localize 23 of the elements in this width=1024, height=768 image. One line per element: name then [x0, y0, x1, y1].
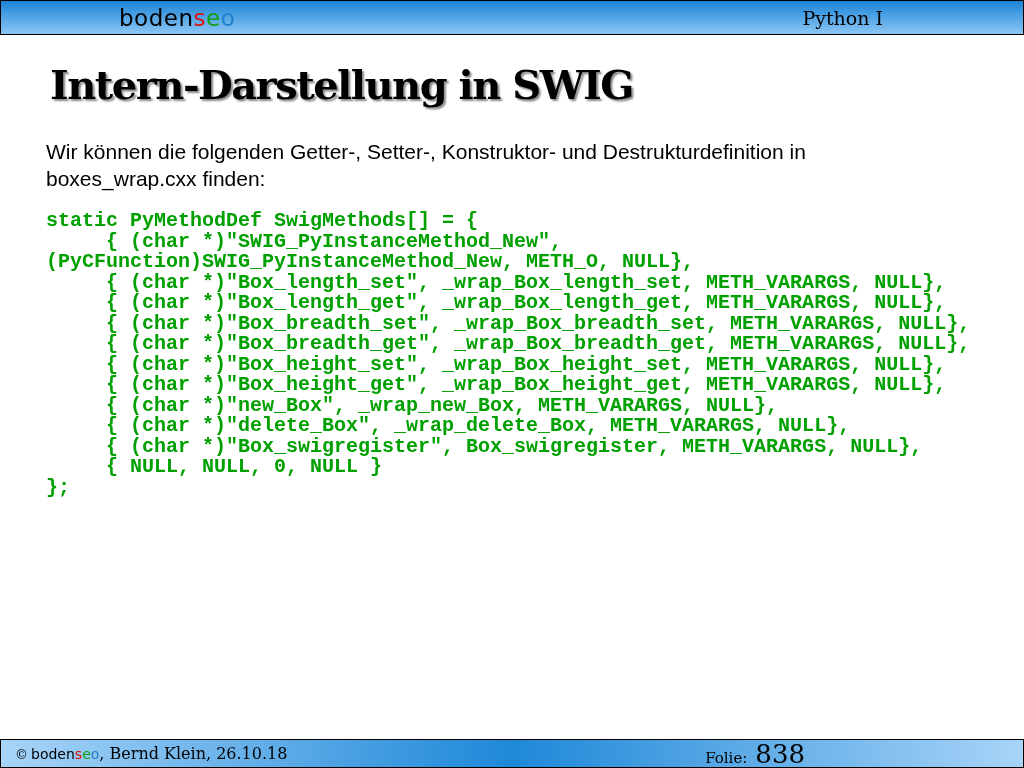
code-line: { (char *)"Box_length_get", _wrap_Box_length_get, METH_VARARGS, NULL},: [105, 293, 947, 314]
code-line: { NULL, NULL, 0, NULL }: [105, 457, 383, 478]
code-line: static PyMethodDef SwigMethods[] = {: [46, 211, 479, 232]
code-line: { (char *)"Box_breadth_set", _wrap_Box_breadth_set, METH_VARARGS, NULL},: [105, 313, 971, 334]
code-line: { (char *)"Box_swigregister", Box_swigregister, METH_VARARGS, NULL},: [105, 436, 923, 457]
code-line: };: [46, 477, 70, 498]
logo: bodenseo: [119, 4, 236, 31]
course-title: Python I: [802, 6, 883, 29]
folio-number: 838: [755, 740, 805, 767]
code-line: { (char *)"Box_breadth_get", _wrap_Box_breadth_get, METH_VARARGS, NULL},: [105, 334, 971, 355]
code-line: { (char *)"Box_length_set", _wrap_Box_length_set, METH_VARARGS, NULL},: [106, 272, 947, 293]
intro-text: Wir können die folgenden Getter-, Setter-, Konstruktor- und Destrukturdefinition in boxes_wrap.cxx finden:: [46, 139, 807, 192]
code-line: (PyCFunction)SWIG_PyInstanceMethod_New, METH_O, NULL},: [46, 252, 695, 273]
code-line: { (char *)"new_Box", _wrap_new_Box, METH_VARARGS, NULL},: [105, 395, 779, 416]
code-line: { (char *)"delete_Box", _wrap_delete_Box, METH_VARARGS, NULL},: [105, 416, 851, 437]
slide-title: Intern-Darstellung in SWIG: [50, 61, 634, 108]
logo: bodenseo: [31, 746, 100, 762]
code-line: { (char *)"SWIG_PyInstanceMethod_New",: [106, 231, 563, 252]
folio-label: Folie:: [705, 748, 748, 767]
code-line: { (char *)"Box_height_set", _wrap_Box_height_set, METH_VARARGS, NULL},: [105, 354, 947, 375]
copyright-sign: ©: [15, 747, 28, 762]
code-line: { (char *)"Box_height_get", _wrap_Box_height_get, METH_VARARGS, NULL},: [105, 375, 947, 396]
author-date: , Bernd Klein, 26.10.18: [99, 744, 288, 763]
